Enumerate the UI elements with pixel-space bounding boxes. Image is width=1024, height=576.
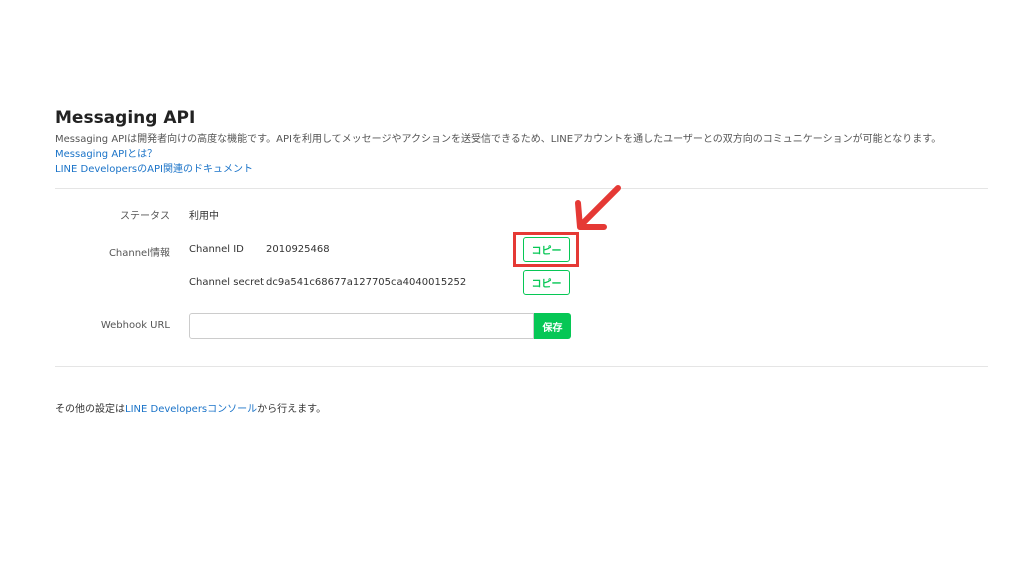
webhook-url-input[interactable] bbox=[189, 313, 534, 339]
page: Messaging API Messaging APIは開発者向けの高度な機能で… bbox=[0, 0, 1024, 576]
footer-prefix: その他の設定は bbox=[55, 404, 125, 415]
messaging-api-section: Messaging API Messaging APIは開発者向けの高度な機能で… bbox=[55, 106, 988, 177]
channel-secret-label: Channel secret bbox=[189, 277, 265, 288]
section-description: Messaging APIは開発者向けの高度な機能です。APIを利用してメッセー… bbox=[55, 134, 942, 145]
channel-info-label: Channel情報 bbox=[108, 248, 170, 259]
channel-id-value: 2010925468 bbox=[266, 244, 330, 255]
footer-suffix: から行えます。 bbox=[257, 404, 327, 415]
divider-top bbox=[55, 188, 988, 189]
status-value: 利用中 bbox=[189, 211, 219, 222]
save-webhook-button[interactable]: 保存 bbox=[534, 313, 571, 339]
channel-secret-value: dc9a541c68677a127705ca4040015252 bbox=[266, 277, 467, 288]
api-docs-link[interactable]: LINE DevelopersのAPI関連のドキュメント bbox=[55, 162, 988, 177]
highlight-box bbox=[513, 232, 579, 267]
webhook-url-label: Webhook URL bbox=[100, 320, 170, 331]
what-is-messaging-api-link[interactable]: Messaging APIとは？ bbox=[55, 147, 988, 162]
developers-console-link[interactable]: LINE Developersコンソール bbox=[125, 404, 257, 415]
divider-bottom bbox=[55, 366, 988, 367]
channel-id-label: Channel ID bbox=[189, 244, 244, 255]
copy-channel-secret-button[interactable]: コピー bbox=[523, 270, 570, 295]
red-arrow-icon bbox=[575, 185, 621, 230]
status-label: ステータス bbox=[120, 211, 170, 222]
page-title: Messaging API bbox=[55, 108, 196, 128]
footer-note: その他の設定はLINE Developersコンソールから行えます。 bbox=[55, 400, 326, 415]
